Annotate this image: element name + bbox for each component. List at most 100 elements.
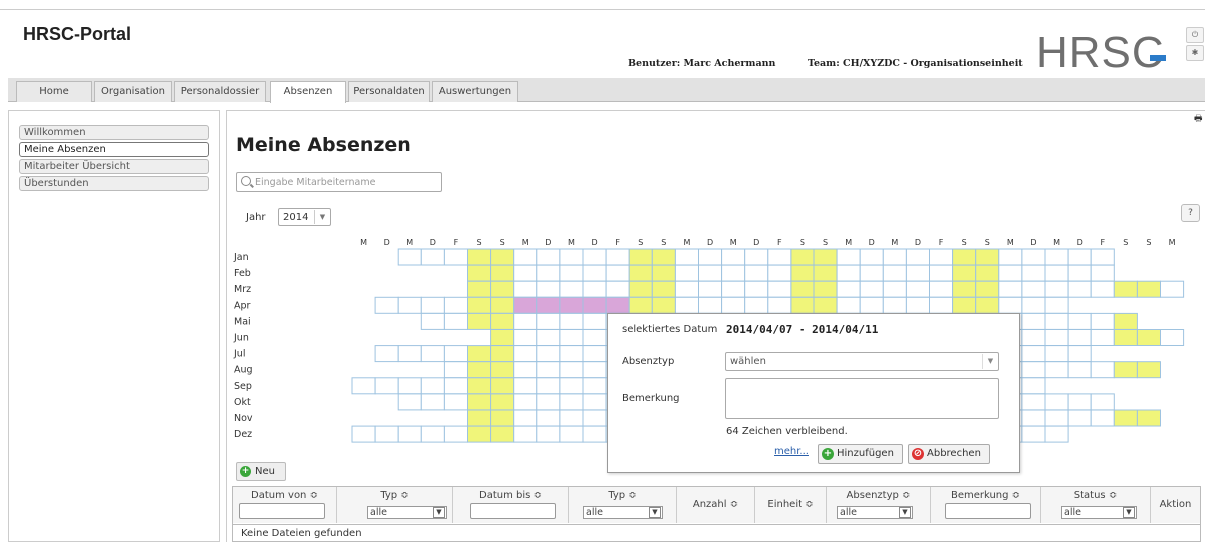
absence-type-select[interactable]: wählen ▼ bbox=[725, 352, 999, 371]
calendar-day-cell[interactable] bbox=[998, 264, 1023, 282]
calendar-day-cell[interactable] bbox=[513, 312, 538, 330]
calendar-day-cell[interactable] bbox=[1160, 329, 1185, 346]
calendar-day-cell[interactable] bbox=[559, 345, 584, 363]
gear-icon[interactable]: ✱ bbox=[1186, 45, 1204, 61]
calendar-day-cell[interactable] bbox=[490, 409, 515, 427]
col-bemerkung[interactable]: Bemerkung ≎ bbox=[931, 487, 1041, 523]
filter-bemerkung-input[interactable] bbox=[945, 503, 1031, 519]
calendar-day-cell[interactable] bbox=[836, 280, 861, 298]
calendar-day-cell[interactable] bbox=[1044, 361, 1069, 379]
calendar-day-cell[interactable] bbox=[374, 296, 399, 314]
calendar-day-cell[interactable] bbox=[1044, 312, 1069, 330]
add-button[interactable]: + Hinzufügen bbox=[818, 444, 903, 464]
calendar-day-cell[interactable] bbox=[1090, 393, 1115, 411]
calendar-day-cell[interactable] bbox=[443, 296, 468, 314]
calendar-day-cell[interactable] bbox=[490, 345, 515, 363]
calendar-day-cell[interactable] bbox=[513, 264, 538, 282]
calendar-day-cell[interactable] bbox=[559, 329, 584, 346]
calendar-day-cell[interactable] bbox=[767, 280, 792, 298]
calendar-day-cell[interactable] bbox=[1160, 280, 1185, 298]
calendar-day-cell[interactable] bbox=[1044, 425, 1069, 443]
filter-status-select[interactable]: alle ▼ bbox=[1061, 506, 1137, 519]
calendar-day-cell[interactable] bbox=[582, 409, 607, 427]
calendar-day-cell[interactable] bbox=[1090, 312, 1115, 330]
calendar-day-cell[interactable] bbox=[467, 296, 492, 314]
calendar-day-cell[interactable] bbox=[467, 345, 492, 363]
calendar-day-cell[interactable] bbox=[698, 280, 723, 298]
calendar-day-cell[interactable] bbox=[674, 248, 699, 266]
filter-typ-2-select[interactable]: alle ▼ bbox=[583, 506, 663, 519]
calendar-day-cell[interactable] bbox=[929, 248, 954, 266]
filter-datum-bis-input[interactable] bbox=[470, 503, 556, 519]
calendar-day-cell[interactable] bbox=[559, 248, 584, 266]
calendar-day-cell[interactable] bbox=[651, 280, 676, 298]
calendar-day-cell[interactable] bbox=[443, 312, 468, 330]
col-anzahl[interactable]: Anzahl ≎ bbox=[677, 487, 755, 523]
calendar-day-cell[interactable] bbox=[1113, 361, 1138, 379]
calendar-day-cell[interactable] bbox=[905, 264, 931, 282]
calendar-day-cell[interactable] bbox=[767, 248, 792, 266]
calendar-day-cell[interactable] bbox=[582, 296, 607, 314]
calendar-day-cell[interactable] bbox=[882, 296, 907, 314]
calendar-day-cell[interactable] bbox=[559, 361, 584, 379]
calendar-day-cell[interactable] bbox=[929, 264, 954, 282]
calendar-day-cell[interactable] bbox=[582, 425, 607, 443]
calendar-day-cell[interactable] bbox=[490, 361, 515, 379]
calendar-day-cell[interactable] bbox=[1021, 425, 1046, 443]
calendar-day-cell[interactable] bbox=[536, 280, 561, 298]
calendar-day-cell[interactable] bbox=[628, 248, 653, 266]
col-typ-1[interactable]: Typ ≎ alle ▼ bbox=[337, 487, 453, 523]
calendar-day-cell[interactable] bbox=[698, 264, 723, 282]
calendar-day-cell[interactable] bbox=[420, 312, 445, 330]
calendar-day-cell[interactable] bbox=[443, 377, 468, 395]
help-button[interactable]: ? bbox=[1181, 204, 1200, 222]
calendar-day-cell[interactable] bbox=[813, 248, 838, 266]
sidebar-item-ueberstunden[interactable]: Überstunden bbox=[19, 176, 209, 191]
calendar-day-cell[interactable] bbox=[651, 296, 676, 314]
calendar-day-cell[interactable] bbox=[536, 296, 561, 314]
calendar-day-cell[interactable] bbox=[582, 393, 607, 411]
calendar-day-cell[interactable] bbox=[582, 361, 607, 379]
tab-personaldaten[interactable]: Personaldaten bbox=[348, 81, 430, 102]
year-select[interactable]: 2014 ▼ bbox=[278, 208, 331, 226]
calendar-day-cell[interactable] bbox=[559, 409, 584, 427]
calendar-day-cell[interactable] bbox=[1067, 329, 1092, 346]
calendar-day-cell[interactable] bbox=[721, 264, 746, 282]
calendar-day-cell[interactable] bbox=[813, 264, 838, 282]
employee-search-input[interactable]: Eingabe Mitarbeitername bbox=[236, 172, 442, 192]
calendar-day-cell[interactable] bbox=[1067, 361, 1092, 379]
calendar-day-cell[interactable] bbox=[490, 264, 515, 282]
calendar-day-cell[interactable] bbox=[443, 345, 468, 363]
calendar-day-cell[interactable] bbox=[582, 345, 607, 363]
calendar-day-cell[interactable] bbox=[490, 425, 515, 443]
calendar-day-cell[interactable] bbox=[467, 280, 492, 298]
calendar-day-cell[interactable] bbox=[1021, 345, 1046, 363]
power-icon[interactable]: ⏻ bbox=[1186, 27, 1204, 43]
calendar-day-cell[interactable] bbox=[1021, 312, 1046, 330]
calendar-day-cell[interactable] bbox=[1090, 329, 1115, 346]
calendar-day-cell[interactable] bbox=[836, 248, 861, 266]
calendar-day-cell[interactable] bbox=[582, 377, 607, 395]
calendar-day-cell[interactable] bbox=[905, 280, 931, 298]
calendar-day-cell[interactable] bbox=[374, 425, 399, 443]
calendar-day-cell[interactable] bbox=[1136, 329, 1162, 346]
calendar-day-cell[interactable] bbox=[559, 280, 584, 298]
col-typ-2[interactable]: Typ ≎ alle ▼ bbox=[569, 487, 677, 523]
calendar-day-cell[interactable] bbox=[905, 248, 931, 266]
calendar-day-cell[interactable] bbox=[1021, 409, 1046, 427]
calendar-day-cell[interactable] bbox=[536, 409, 561, 427]
calendar-day-cell[interactable] bbox=[790, 248, 815, 266]
calendar-day-cell[interactable] bbox=[467, 377, 492, 395]
calendar-day-cell[interactable] bbox=[513, 425, 538, 443]
calendar-day-cell[interactable] bbox=[443, 248, 468, 266]
calendar-day-cell[interactable] bbox=[628, 280, 653, 298]
calendar-day-cell[interactable] bbox=[605, 264, 630, 282]
calendar-day-cell[interactable] bbox=[490, 393, 515, 411]
calendar-day-cell[interactable] bbox=[397, 393, 422, 411]
calendar-day-cell[interactable] bbox=[1021, 361, 1046, 379]
calendar-day-cell[interactable] bbox=[1021, 248, 1046, 266]
calendar-day-cell[interactable] bbox=[420, 377, 445, 395]
tab-organisation[interactable]: Organisation bbox=[94, 81, 172, 102]
calendar-day-cell[interactable] bbox=[975, 296, 1000, 314]
col-einheit[interactable]: Einheit ≎ bbox=[755, 487, 827, 523]
